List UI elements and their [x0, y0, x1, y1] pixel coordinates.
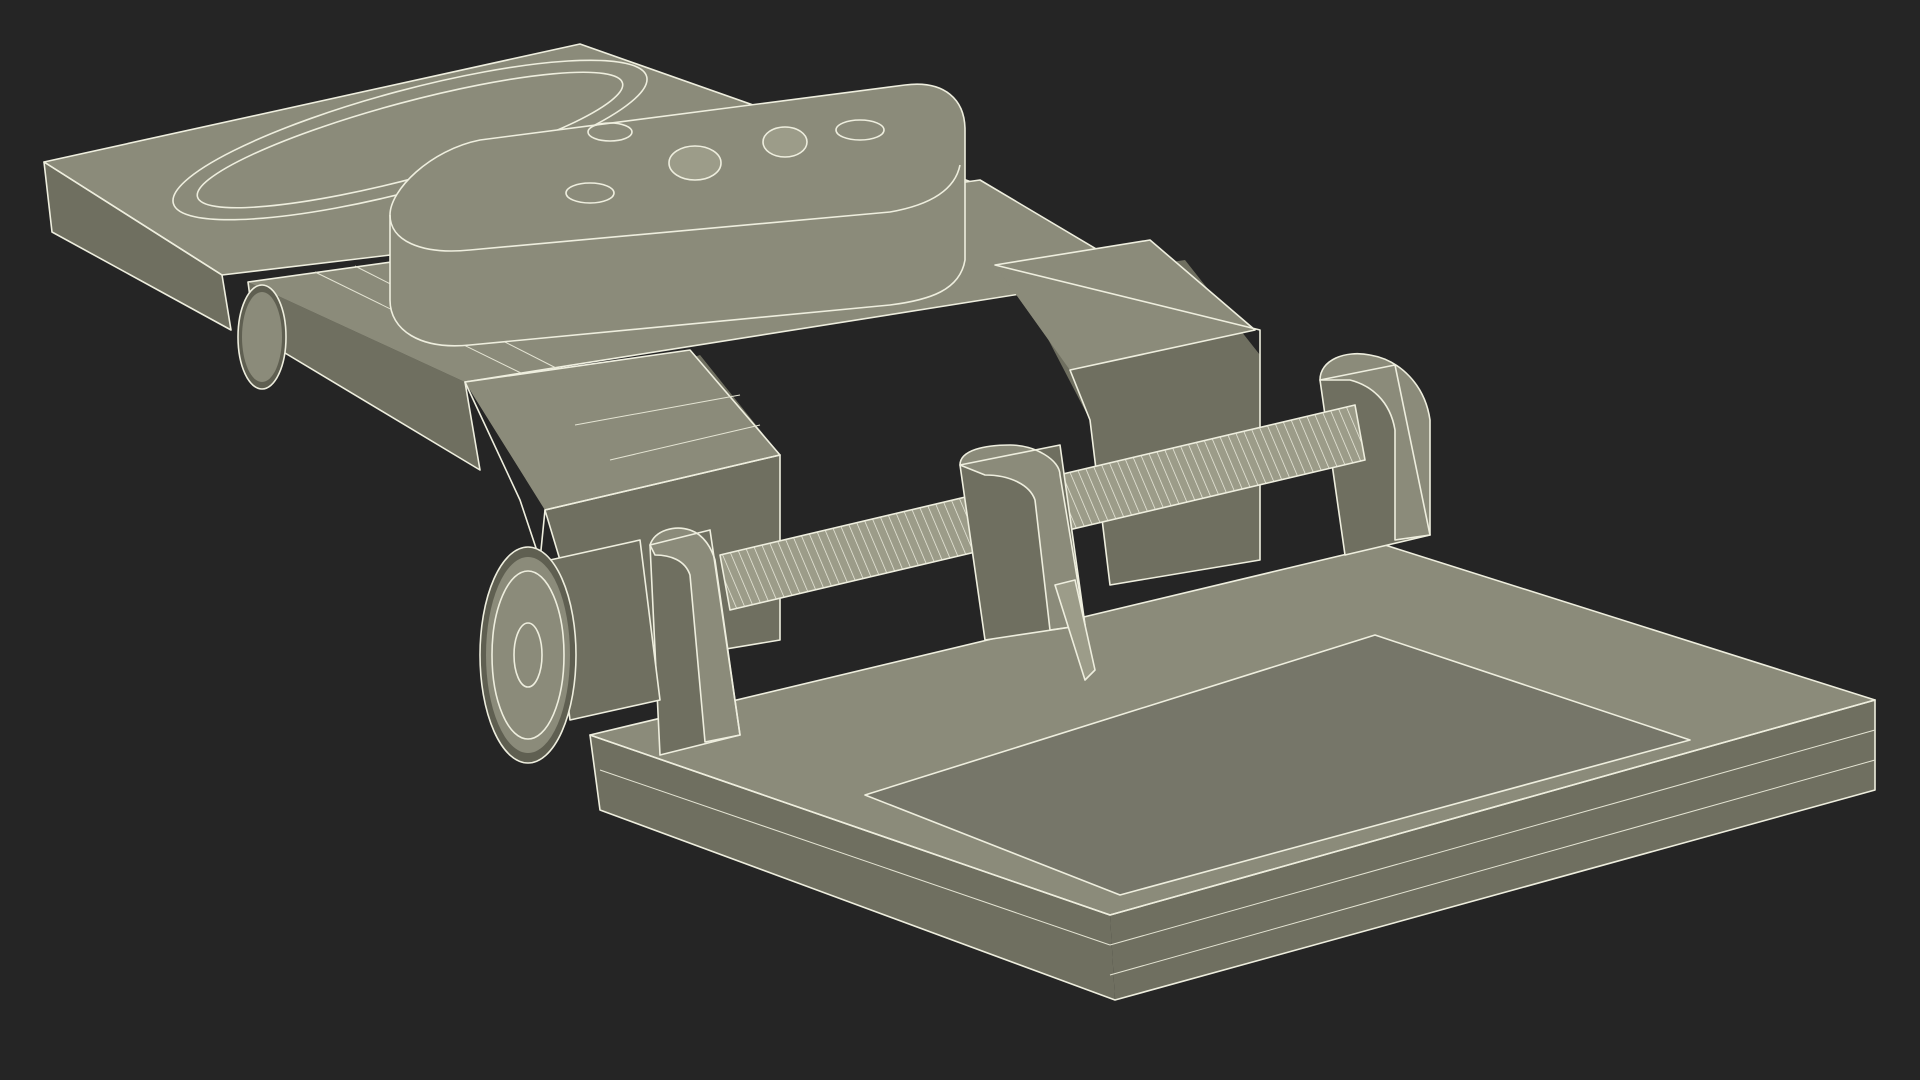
wireframe-model: [43, 43, 1876, 1001]
render-viewport: [0, 0, 1920, 1080]
rear-knob: [237, 284, 287, 390]
base-frame: [589, 544, 1876, 1001]
